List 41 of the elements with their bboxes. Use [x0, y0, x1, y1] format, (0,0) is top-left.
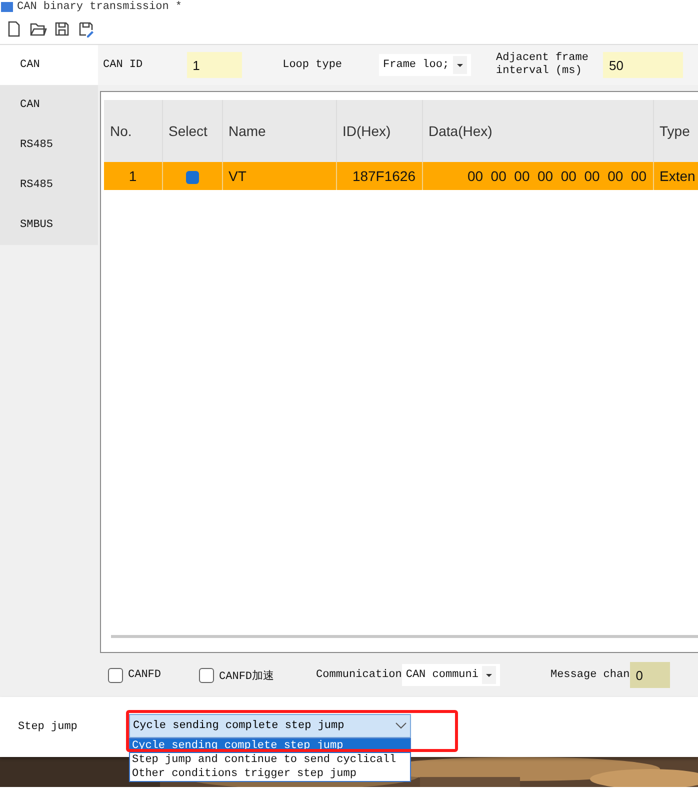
loop-type-dropdown[interactable]: Frame loo; [379, 54, 472, 76]
interval-label: Adjacent frame interval (ms) [496, 52, 590, 78]
can-id-field[interactable]: 1 [186, 52, 242, 78]
checkbox[interactable] [199, 668, 214, 682]
table-cell: VT [222, 162, 336, 190]
table-cell: 00 00 00 00 00 00 00 00 [422, 162, 653, 190]
communication-dropdown[interactable]: CAN communi [402, 664, 500, 686]
column-header: Data(Hex) [422, 100, 653, 162]
step-jump-dropdown[interactable]: Cycle sending complete step jump [129, 714, 411, 738]
save-as-icon[interactable] [77, 20, 95, 38]
table-cell: 1 [104, 162, 162, 190]
table-cell: 187F1626 [336, 162, 422, 190]
message-channel-field[interactable]: 0 [630, 662, 670, 688]
table-cell: Exten [653, 162, 698, 190]
sidebar-tab[interactable]: RS485 [0, 165, 98, 205]
caret-icon [482, 666, 496, 684]
scrollbar[interactable] [111, 635, 698, 638]
caret-icon [453, 56, 468, 74]
canfd-label: CANFD [128, 669, 162, 681]
can-id-label: CAN ID [103, 59, 143, 71]
sidebar-tab[interactable]: CAN [0, 85, 98, 125]
loop-type-label: Loop type [282, 59, 342, 71]
app-icon [1, 2, 13, 12]
select-checkbox[interactable] [186, 170, 198, 184]
sidebar-tab[interactable]: SMBUS [0, 205, 98, 245]
canfd-accel-label: CANFD加速 [219, 669, 274, 682]
checkbox[interactable] [108, 668, 123, 682]
window-title: CAN binary transmission * [17, 1, 182, 13]
message-channel-label: Message chan [550, 669, 630, 681]
column-header: No. [104, 100, 162, 162]
column-header: Name [222, 100, 336, 162]
save-icon[interactable] [53, 20, 71, 38]
column-header: Type [653, 100, 698, 162]
sidebar-tab[interactable]: CAN [0, 45, 98, 85]
interval-field[interactable]: 50 [603, 52, 684, 78]
column-header: ID(Hex) [336, 100, 422, 162]
sidebar-tab[interactable]: RS485 [0, 125, 98, 165]
column-header: Select [162, 100, 222, 162]
chevron-icon [395, 722, 407, 730]
communication-label: Communication [316, 669, 402, 681]
step-jump-label: Step jump [18, 721, 78, 733]
